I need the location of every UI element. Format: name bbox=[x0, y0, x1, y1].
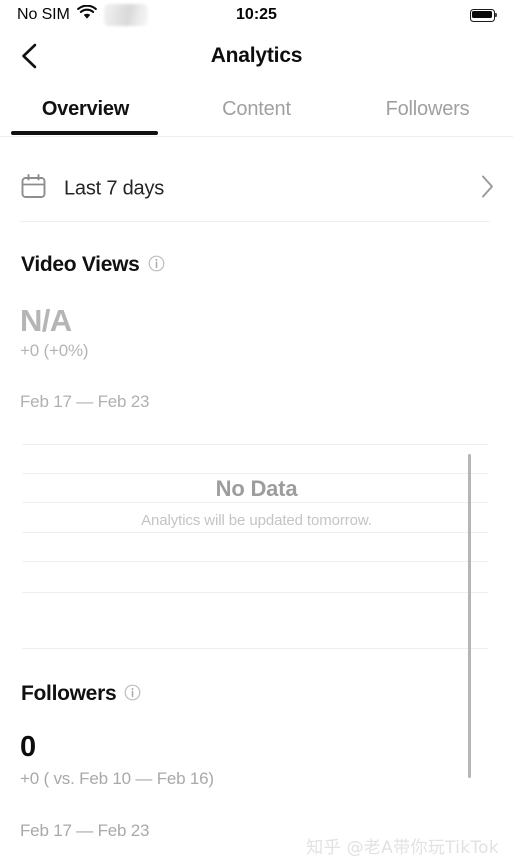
scrollbar-thumb[interactable] bbox=[467, 454, 471, 778]
active-tab-indicator bbox=[11, 131, 158, 135]
chart-gridline bbox=[22, 592, 488, 593]
video-views-title: Video Views bbox=[21, 253, 140, 276]
chart-gridline bbox=[22, 532, 488, 533]
followers-delta: +0 ( vs. Feb 10 — Feb 16) bbox=[20, 769, 214, 788]
video-views-delta: +0 (+0%) bbox=[20, 341, 89, 360]
tab-content[interactable]: Content bbox=[171, 86, 342, 137]
followers-date-range: Feb 17 — Feb 23 bbox=[20, 821, 150, 840]
chart-gridline bbox=[22, 561, 488, 562]
nav-header: Analytics bbox=[0, 30, 513, 82]
date-range-row[interactable]: Last 7 days bbox=[0, 155, 513, 222]
clock-label: 10:25 bbox=[236, 6, 277, 23]
tab-bar-divider bbox=[0, 136, 513, 137]
video-views-value: N/A bbox=[20, 303, 72, 338]
chevron-right-icon bbox=[480, 173, 496, 204]
date-range-divider bbox=[20, 221, 490, 222]
tab-bar: Overview Content Followers bbox=[0, 86, 513, 137]
chart-gridline bbox=[22, 444, 488, 445]
tab-overview[interactable]: Overview bbox=[0, 86, 171, 137]
status-bar-right bbox=[470, 0, 497, 30]
section-divider bbox=[22, 648, 488, 649]
chart-empty-title: No Data bbox=[215, 476, 298, 501]
date-range-label: Last 7 days bbox=[64, 177, 165, 199]
analytics-screen: No SIM 10:25 Analytics Overview Content … bbox=[0, 0, 513, 868]
followers-section-header: Followers bbox=[21, 681, 141, 707]
battery-full-icon bbox=[470, 8, 497, 22]
info-circle-icon[interactable] bbox=[124, 683, 141, 707]
calendar-icon bbox=[20, 173, 47, 205]
scrollbar-track[interactable] bbox=[467, 226, 492, 778]
tab-followers[interactable]: Followers bbox=[342, 86, 513, 137]
chart-gridline bbox=[22, 502, 488, 503]
status-bar: No SIM 10:25 bbox=[0, 0, 513, 30]
watermark: 知乎 @老A带你玩TikTok bbox=[306, 838, 499, 858]
followers-title: Followers bbox=[21, 682, 117, 705]
video-views-date-range: Feb 17 — Feb 23 bbox=[20, 392, 150, 411]
chart-gridline bbox=[22, 473, 488, 474]
page-title: Analytics bbox=[210, 44, 303, 67]
info-circle-icon[interactable] bbox=[148, 254, 165, 278]
followers-value: 0 bbox=[20, 731, 36, 763]
chart-empty-subtitle: Analytics will be updated tomorrow. bbox=[141, 512, 372, 529]
video-views-section-header: Video Views bbox=[21, 252, 165, 278]
